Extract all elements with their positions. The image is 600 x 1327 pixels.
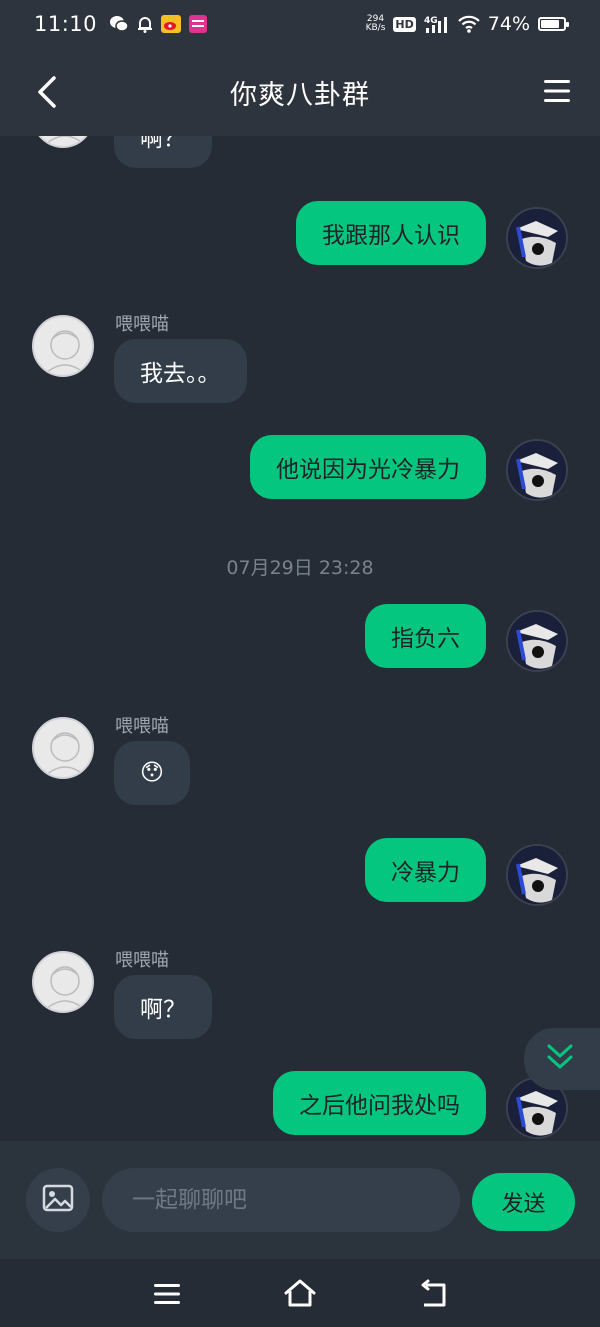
- avatar[interactable]: [506, 439, 568, 501]
- message-list[interactable]: 啊？ 我跟那人认识 喂喂喵 我去。。 他说因为光冷暴力 07月29日 23:28…: [0, 136, 600, 1141]
- image-icon: [42, 1184, 74, 1216]
- message-bubble[interactable]: 他说因为光冷暴力: [250, 435, 486, 499]
- sender-name: 喂喂喵: [115, 950, 169, 971]
- hd-badge: HD: [393, 16, 416, 32]
- avatar[interactable]: [32, 315, 94, 377]
- battery-icon: [538, 17, 569, 31]
- chat-header: 你爽八卦群: [0, 48, 600, 136]
- notification-icons: [109, 15, 208, 33]
- nav-menu-icon[interactable]: [150, 1277, 184, 1311]
- sender-name: 喂喂喵: [115, 314, 169, 335]
- chat-title: 你爽八卦群: [230, 79, 370, 111]
- back-arrow-icon[interactable]: [28, 70, 68, 114]
- message-input[interactable]: [102, 1168, 460, 1232]
- image-picker-button[interactable]: [26, 1168, 90, 1232]
- message-bubble[interactable]: 我去。。: [114, 339, 247, 403]
- weibo-icon: [161, 15, 182, 33]
- wifi-icon: [457, 15, 480, 33]
- status-right: 294 KB/s HD 4G 74%: [365, 13, 569, 35]
- menu-icon[interactable]: [542, 76, 572, 106]
- nav-home-icon[interactable]: [283, 1277, 317, 1311]
- sender-name: 喂喂喵: [115, 716, 169, 737]
- message-bubble[interactable]: 😯: [114, 741, 190, 805]
- send-button[interactable]: 发送: [472, 1173, 575, 1231]
- input-bar: 发送: [0, 1141, 600, 1259]
- system-nav-bar: [0, 1259, 600, 1327]
- nav-back-icon[interactable]: [416, 1277, 450, 1311]
- status-time: 11:10: [34, 12, 98, 36]
- scroll-to-bottom-button[interactable]: [524, 1028, 600, 1090]
- message-bubble[interactable]: 冷暴力: [365, 838, 486, 902]
- message-bubble[interactable]: 啊？: [114, 975, 212, 1039]
- scroll-down-icon: [546, 1042, 574, 1076]
- signal-icon: 4G: [424, 15, 450, 33]
- wechat-icon: [109, 15, 129, 33]
- message-bubble[interactable]: 指负六: [365, 604, 486, 668]
- bell-icon: [137, 15, 153, 33]
- avatar[interactable]: [32, 136, 94, 148]
- app-notification-icon: [189, 15, 208, 33]
- battery-percent: 74%: [487, 13, 530, 35]
- avatar[interactable]: [506, 844, 568, 906]
- avatar[interactable]: [32, 951, 94, 1013]
- net-speed: 294 KB/s: [365, 14, 386, 33]
- avatar[interactable]: [506, 207, 568, 269]
- emoji-hushed: 😯: [140, 760, 164, 786]
- avatar[interactable]: [506, 610, 568, 672]
- timestamp: 07月29日 23:28: [226, 557, 374, 579]
- svg-text:4G: 4G: [424, 16, 438, 26]
- message-bubble[interactable]: 我跟那人认识: [296, 201, 486, 265]
- message-bubble[interactable]: 啊？: [114, 136, 212, 168]
- status-bar: 11:10 294 KB/s HD 4G 74%: [0, 0, 600, 48]
- avatar[interactable]: [32, 717, 94, 779]
- message-bubble[interactable]: 之后他问我处吗: [273, 1071, 486, 1135]
